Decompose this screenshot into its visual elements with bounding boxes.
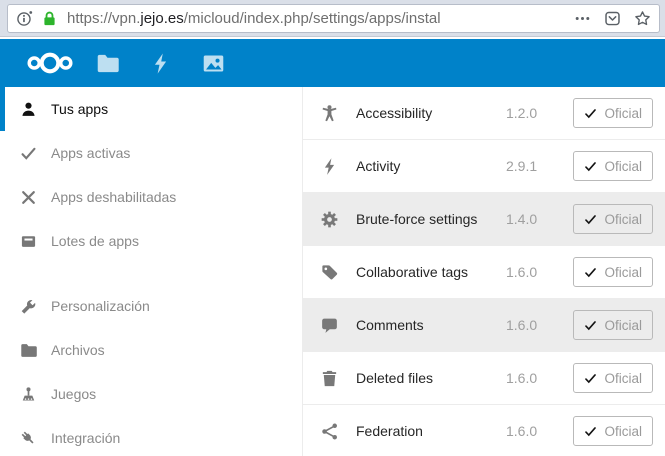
- official-badge: Oficial: [573, 151, 653, 181]
- site-identity: [16, 10, 58, 27]
- official-badge-label: Oficial: [604, 370, 642, 386]
- official-badge-label: Oficial: [604, 317, 642, 333]
- joystick-icon: [20, 386, 37, 403]
- app-name: Federation: [356, 423, 423, 439]
- star-icon[interactable]: [634, 10, 651, 27]
- sidebar-item-lotes-de-apps[interactable]: Lotes de apps: [0, 219, 302, 263]
- app-row-activity[interactable]: Activity 2.9.1 Oficial: [303, 140, 665, 193]
- app-version: 1.2.0: [506, 105, 538, 121]
- check-icon: [584, 372, 597, 385]
- app-version: 1.6.0: [506, 264, 538, 280]
- plug-icon: [20, 430, 37, 447]
- check-icon: [584, 319, 597, 332]
- app-version: 2.9.1: [506, 158, 538, 174]
- pocket-icon[interactable]: [604, 10, 621, 27]
- sidebar-item-label: Integración: [51, 430, 121, 446]
- ellipsis-icon[interactable]: [574, 10, 591, 27]
- accessibility-icon: [320, 104, 339, 123]
- app-version: 1.6.0: [506, 423, 538, 439]
- app-row-collaborative-tags[interactable]: Collaborative tags 1.6.0 Oficial: [303, 246, 665, 299]
- comment-icon: [320, 316, 339, 335]
- url-scheme-subdomain: https://vpn.: [67, 9, 141, 27]
- official-badge: Oficial: [573, 363, 653, 393]
- app-name: Comments: [356, 317, 424, 333]
- close-icon: [20, 189, 37, 206]
- sidebar-item-tus-apps[interactable]: Tus apps: [0, 87, 302, 131]
- app-row-comments[interactable]: Comments 1.6.0 Oficial: [303, 299, 665, 352]
- app-version: 1.6.0: [506, 317, 538, 333]
- nav-gallery[interactable]: [202, 52, 225, 75]
- lock-icon[interactable]: [41, 10, 58, 27]
- check-icon: [584, 266, 597, 279]
- lightning-icon: [154, 52, 167, 74]
- sidebar-item-label: Lotes de apps: [51, 233, 139, 249]
- nextcloud-header: [0, 37, 665, 87]
- official-badge-label: Oficial: [604, 264, 642, 280]
- sidebar-item-label: Personalización: [51, 298, 150, 314]
- sidebar-item-apps-activas[interactable]: Apps activas: [0, 131, 302, 175]
- sidebar-item-label: Apps deshabilitadas: [51, 189, 177, 205]
- app-version: 1.4.0: [506, 211, 538, 227]
- sidebar-item-label: Juegos: [51, 386, 97, 402]
- sidebar-item-label: Archivos: [51, 342, 105, 358]
- app-name: Accessibility: [356, 105, 433, 121]
- app-name: Brute-force settings: [356, 211, 478, 227]
- app-name: Collaborative tags: [356, 264, 469, 280]
- gear-icon: [320, 210, 339, 229]
- screen: https://vpn.jejo.es/micloud/index.php/se…: [0, 0, 665, 456]
- tag-icon: [320, 263, 339, 282]
- info-icon[interactable]: [16, 10, 33, 27]
- app-row-deleted-files[interactable]: Deleted files 1.6.0 Oficial: [303, 352, 665, 405]
- nav-activity[interactable]: [149, 52, 172, 75]
- official-badge: Oficial: [573, 204, 653, 234]
- check-icon: [584, 107, 597, 120]
- official-badge-label: Oficial: [604, 423, 642, 439]
- official-badge-label: Oficial: [604, 105, 642, 121]
- url-text: https://vpn.jejo.es/micloud/index.php/se…: [67, 9, 564, 27]
- sidebar-item-apps-deshabilitadas[interactable]: Apps deshabilitadas: [0, 175, 302, 219]
- official-badge: Oficial: [573, 310, 653, 340]
- urlbar-actions: [574, 10, 651, 27]
- sidebar-item-label: Tus apps: [51, 101, 109, 117]
- nextcloud-logo-icon[interactable]: [18, 49, 82, 77]
- official-badge: Oficial: [573, 257, 653, 287]
- official-badge-label: Oficial: [604, 158, 642, 174]
- folder-icon: [20, 342, 37, 359]
- app-row-brute-force-settings[interactable]: Brute-force settings 1.4.0 Oficial: [303, 193, 665, 246]
- url-path: /micloud/index.php/settings/apps/instal: [183, 9, 441, 27]
- check-icon: [20, 145, 37, 162]
- user-icon: [20, 101, 37, 118]
- app-row-federation[interactable]: Federation 1.6.0 Oficial: [303, 405, 665, 456]
- app-navigation-icons: [96, 52, 225, 75]
- lightning-icon: [320, 157, 339, 176]
- official-badge: Oficial: [573, 416, 653, 446]
- folder-icon: [97, 54, 119, 72]
- trash-icon: [320, 369, 339, 388]
- apps-sidebar: Tus apps Apps activas Apps deshabilitadas L…: [0, 87, 303, 456]
- nav-files[interactable]: [96, 52, 119, 75]
- sidebar-item-label: Apps activas: [51, 145, 131, 161]
- app-list: Accessibility 1.2.0 Oficial Activity 2.9.1 Of…: [303, 87, 665, 456]
- image-icon: [203, 54, 224, 72]
- check-icon: [584, 213, 597, 226]
- app-version: 1.6.0: [506, 370, 538, 386]
- browser-chrome: https://vpn.jejo.es/micloud/index.php/se…: [0, 0, 665, 37]
- bundle-icon: [20, 233, 37, 250]
- app-name: Deleted files: [356, 370, 434, 386]
- url-domain: jejo.es: [140, 9, 184, 27]
- wrench-icon: [20, 298, 37, 315]
- sidebar-item-integracion[interactable]: Integración: [0, 416, 302, 456]
- share-icon: [320, 422, 339, 441]
- sidebar-item-archivos[interactable]: Archivos: [0, 328, 302, 372]
- page-content: Tus apps Apps activas Apps deshabilitadas L…: [0, 87, 665, 456]
- official-badge: Oficial: [573, 98, 653, 128]
- sidebar-item-juegos[interactable]: Juegos: [0, 372, 302, 416]
- app-name: Activity: [356, 158, 401, 174]
- app-row-accessibility[interactable]: Accessibility 1.2.0 Oficial: [303, 87, 665, 140]
- check-icon: [584, 425, 597, 438]
- official-badge-label: Oficial: [604, 211, 642, 227]
- check-icon: [584, 160, 597, 173]
- sidebar-item-personalizacion[interactable]: Personalización: [0, 284, 302, 328]
- url-bar[interactable]: https://vpn.jejo.es/micloud/index.php/se…: [7, 3, 660, 33]
